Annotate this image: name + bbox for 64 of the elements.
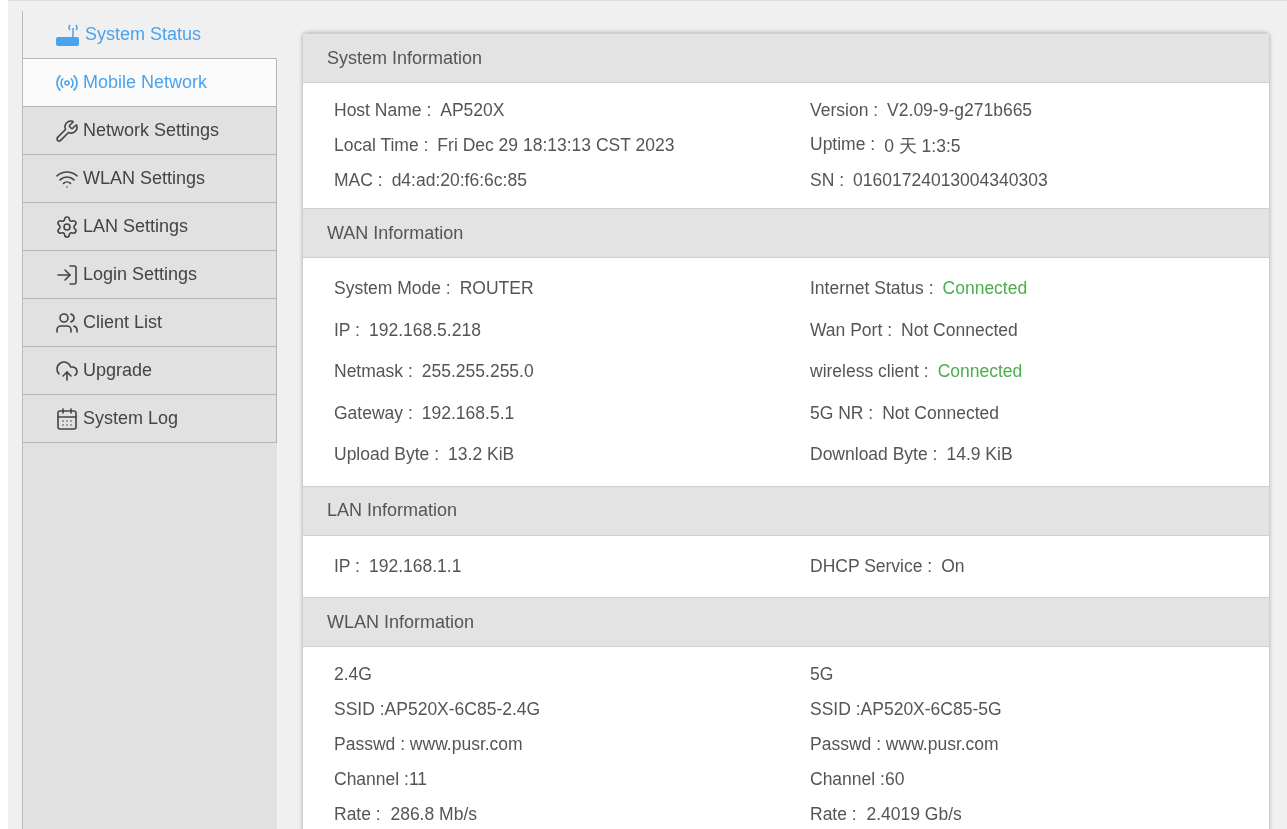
calendar-icon — [55, 406, 79, 431]
field-value: 01601724013004340303 — [853, 170, 1048, 191]
wrench-icon — [55, 118, 79, 143]
field-label: Uptime : — [810, 133, 876, 156]
field-value: d4:ad:20:f6:6c:85 — [391, 170, 527, 191]
field-value: 13.2 KiB — [448, 444, 515, 466]
field-label: Wan Port : — [810, 319, 892, 341]
wlan-info-text: Passwd : www.pusr.com — [334, 734, 523, 755]
field-label: Local Time : — [334, 135, 429, 156]
field-value: Not Connected — [882, 402, 999, 424]
field-value: 0 天 1:3:5 — [884, 134, 961, 158]
login-icon — [55, 262, 79, 287]
field-value: Not Connected — [901, 319, 1018, 341]
wlan-info-text: Channel :11 — [334, 769, 428, 790]
sidebar-item[interactable]: Upgrade — [23, 347, 277, 395]
field-label: IP : — [334, 319, 360, 341]
sidebar-item[interactable]: WLAN Settings — [23, 155, 277, 203]
section-header: WLAN Information — [303, 597, 1269, 647]
wlan-info-text: 2.4G — [334, 664, 372, 685]
wlan-info-text: 5G — [810, 664, 834, 685]
field-label: 5G NR : — [810, 402, 874, 424]
field-value: 192.168.5.218 — [368, 319, 481, 341]
wlan-info-text: SSID :AP520X-6C85-2.4G — [334, 699, 541, 720]
field-value: 14.9 KiB — [946, 444, 1013, 466]
wlan-info-text: Rate : 2.4019 Gb/s — [810, 804, 962, 825]
section-header: System Information — [303, 33, 1269, 83]
field-value: V2.09-9-g271b665 — [887, 100, 1033, 121]
field-value: Fri Dec 29 18:13:13 CST 2023 — [437, 135, 675, 156]
cloud-upload-icon — [55, 358, 79, 383]
field-value: 192.168.5.1 — [421, 402, 515, 424]
wlan-info-text: Rate : 286.8 Mb/s — [334, 804, 477, 825]
field-label: SN : — [810, 170, 845, 191]
field-value: AP520X — [440, 100, 505, 121]
sidebar-item[interactable]: Network Settings — [23, 107, 277, 155]
sidebar-item[interactable]: System Log — [23, 395, 277, 443]
field-label: Netmask : — [334, 361, 413, 383]
field-label: IP : — [334, 555, 360, 577]
field-label: MAC : — [334, 170, 383, 191]
users-icon — [55, 310, 79, 335]
field-value: Connected — [937, 361, 1023, 383]
field-label: Upload Byte : — [334, 444, 440, 466]
field-label: System Mode : — [334, 278, 451, 300]
section-header: LAN Information — [303, 485, 1269, 536]
wlan-info-text: SSID :AP520X-6C85-5G — [810, 699, 1002, 720]
wlan-info-text: Passwd : www.pusr.com — [810, 734, 999, 755]
field-label: wireless client : — [810, 361, 929, 383]
field-value: ROUTER — [459, 278, 534, 300]
field-label: DHCP Service : — [810, 555, 933, 577]
section-header: WAN Information — [303, 208, 1269, 258]
field-label: Internet Status : — [810, 278, 934, 300]
router-icon — [55, 22, 81, 47]
sidebar-item[interactable]: Client List — [23, 299, 277, 347]
field-value: 192.168.1.1 — [368, 555, 462, 577]
field-label: Gateway : — [334, 402, 413, 424]
field-label: Version : — [810, 100, 879, 121]
field-label: Host Name : — [334, 100, 432, 121]
sidebar-item[interactable]: Login Settings — [23, 251, 277, 299]
field-value: Connected — [942, 278, 1028, 300]
field-value: 255.255.255.0 — [421, 361, 534, 383]
field-value: On — [941, 555, 965, 577]
sidebar-item[interactable]: LAN Settings — [23, 203, 277, 251]
gear-icon — [55, 214, 79, 239]
wlan-info-text: Channel :60 — [810, 769, 905, 790]
field-label: Download Byte : — [810, 444, 938, 466]
